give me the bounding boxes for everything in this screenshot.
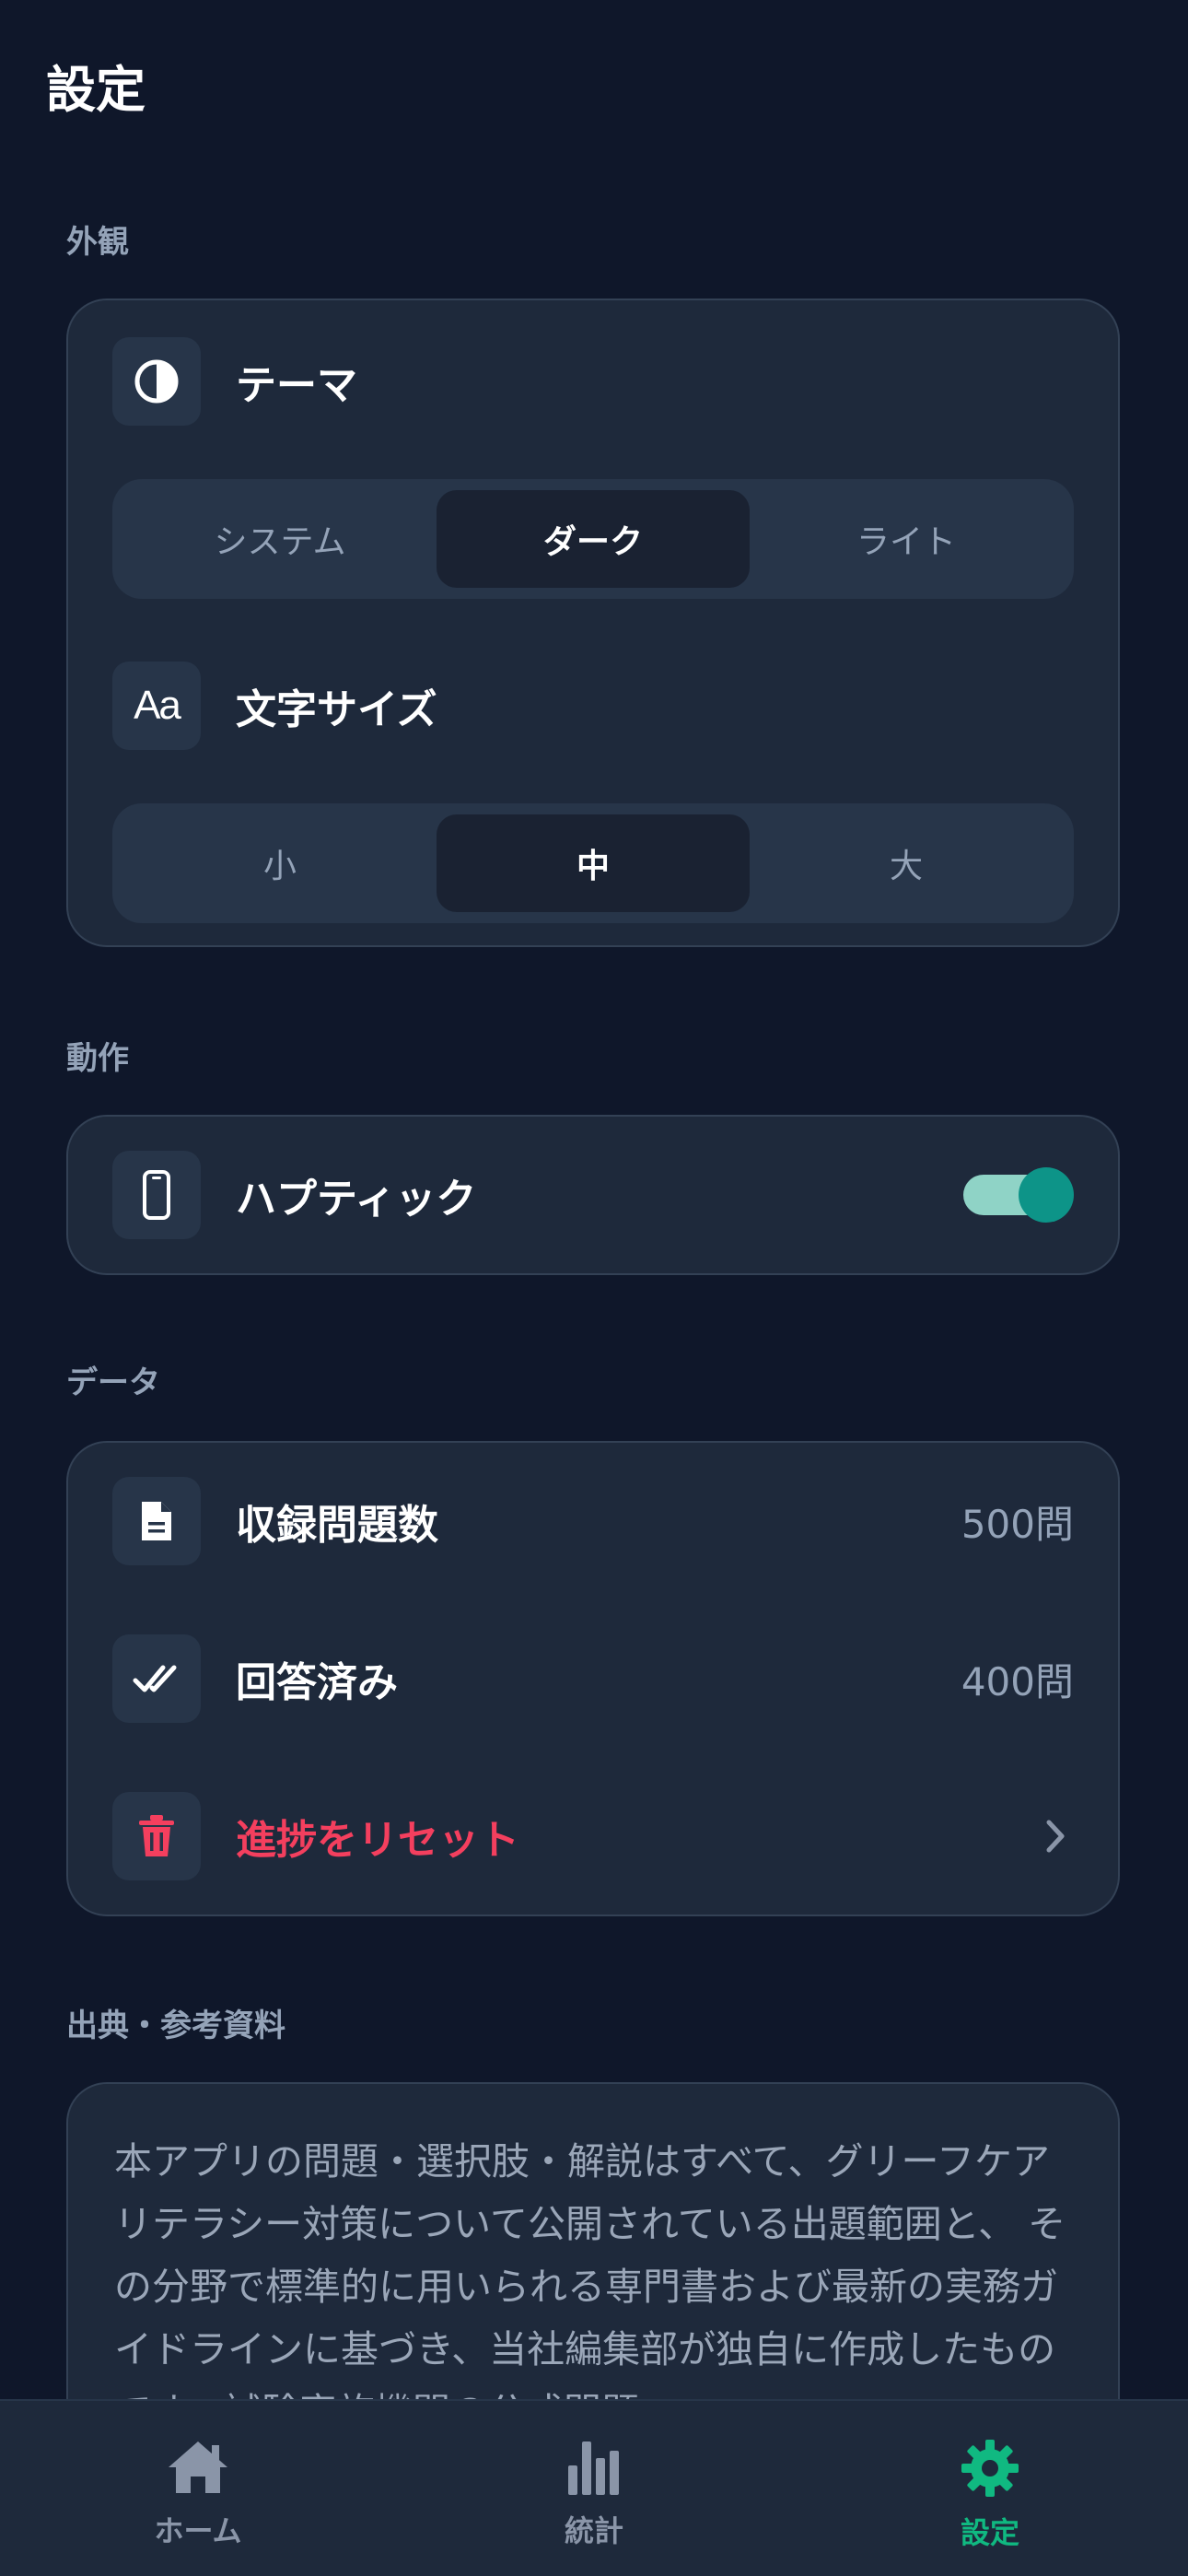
- haptic-label: ハプティック: [236, 1176, 477, 1223]
- page-title: 設定: [46, 61, 146, 119]
- answered-value: 400問: [961, 1658, 1074, 1704]
- answered-row: 回答済み 400問: [112, 1634, 1074, 1723]
- reset-progress-label: 進捗をリセット: [236, 1817, 519, 1864]
- tab-home-label: ホーム: [154, 2513, 242, 2548]
- tab-stats-label: 統計: [564, 2513, 623, 2548]
- theme-row: テーマ: [112, 337, 1074, 426]
- font-size-segmented-control: 小 中 大: [112, 803, 1074, 923]
- document-icon: [112, 1477, 201, 1565]
- font-size-option-small[interactable]: 小: [123, 814, 437, 912]
- appearance-card: テーマ システム ダーク ライト Aa 文字サイズ 小 中 大: [66, 299, 1120, 947]
- settings-screen: 設定 外観 テーマ システム ダーク ライト Aa 文字サイズ 小 中 大 動作…: [0, 0, 1188, 2576]
- font-size-option-medium[interactable]: 中: [437, 814, 750, 912]
- theme-segmented-control: システム ダーク ライト: [112, 479, 1074, 599]
- font-size-label: 文字サイズ: [236, 686, 437, 733]
- toggle-knob: [1019, 1167, 1074, 1223]
- haptic-toggle[interactable]: [963, 1167, 1074, 1223]
- answered-label: 回答済み: [236, 1659, 398, 1706]
- theme-label: テーマ: [236, 362, 357, 409]
- contrast-icon: [112, 337, 201, 426]
- tab-stats[interactable]: 統計: [502, 2438, 686, 2550]
- haptic-row: ハプティック: [112, 1151, 1074, 1239]
- tab-settings[interactable]: 設定: [898, 2438, 1082, 2552]
- chart-icon: [568, 2441, 619, 2495]
- section-label-data: データ: [66, 1364, 160, 1401]
- double-check-icon: [112, 1634, 201, 1723]
- total-questions-label: 収録問題数: [236, 1502, 438, 1549]
- tab-home[interactable]: ホーム: [106, 2438, 290, 2550]
- text-size-icon: Aa: [112, 662, 201, 750]
- data-card: 収録問題数 500問 回答済み 400問 進捗をリセット: [66, 1441, 1120, 1916]
- home-icon: [169, 2441, 227, 2493]
- sources-text: 本アプリの問題・選択肢・解説はすべて、グリーフケアリテラシー対策について公開され…: [114, 2139, 1066, 2434]
- font-size-option-large[interactable]: 大: [750, 814, 1063, 912]
- section-label-appearance: 外観: [66, 224, 129, 261]
- behavior-card: ハプティック: [66, 1115, 1120, 1275]
- font-size-row: Aa 文字サイズ: [112, 662, 1074, 750]
- theme-option-dark[interactable]: ダーク: [437, 490, 750, 588]
- chevron-right-icon: [1037, 1818, 1074, 1855]
- theme-option-light[interactable]: ライト: [750, 490, 1063, 588]
- trash-icon: [112, 1792, 201, 1880]
- total-questions-value: 500問: [961, 1501, 1074, 1547]
- reset-progress-row[interactable]: 進捗をリセット: [112, 1792, 1074, 1880]
- total-questions-row: 収録問題数 500問: [112, 1477, 1074, 1565]
- phone-icon: [112, 1151, 201, 1239]
- section-label-behavior: 動作: [66, 1040, 129, 1077]
- theme-option-system[interactable]: システム: [123, 490, 437, 588]
- section-label-sources: 出典・参考資料: [66, 2008, 285, 2044]
- gear-icon: [961, 2440, 1019, 2497]
- tab-settings-label: 設定: [960, 2515, 1019, 2550]
- tab-bar: ホーム 統計 設定: [0, 2399, 1188, 2576]
